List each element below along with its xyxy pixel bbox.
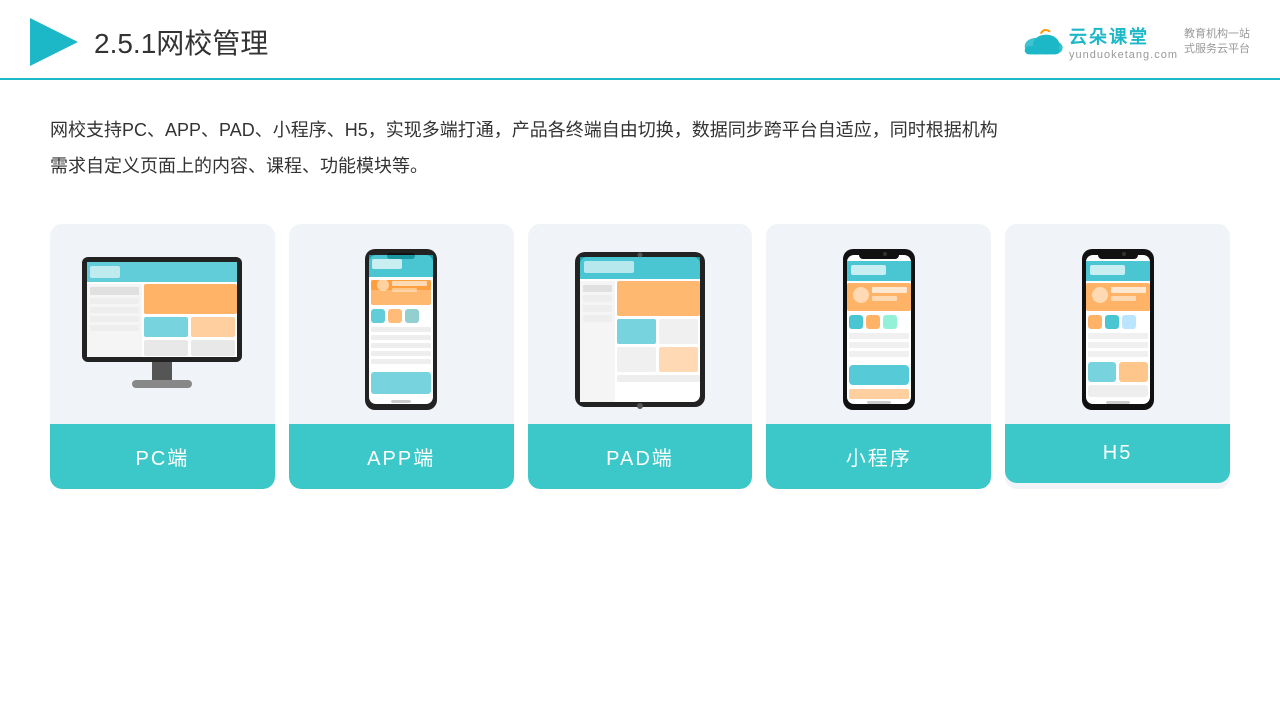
card-app-image: [289, 224, 514, 424]
logo-area: 云朵课堂 yunduoketang.com 教育机构一站 式服务云平台: [1021, 23, 1250, 61]
app-phone-icon: [361, 247, 441, 412]
card-miniprogram: 小程序: [766, 224, 991, 489]
card-h5: H5: [1005, 224, 1230, 489]
card-pad-image: [528, 224, 753, 424]
pad-tablet-icon: [570, 247, 710, 412]
platform-cards: PC端: [0, 204, 1280, 519]
card-app: APP端: [289, 224, 514, 489]
card-miniprogram-label: 小程序: [766, 424, 991, 489]
cloud-logo-icon: [1021, 28, 1063, 56]
card-pc-image: [50, 224, 275, 424]
card-pc-label: PC端: [50, 424, 275, 489]
card-pc: PC端: [50, 224, 275, 489]
logo-tagline: 教育机构一站 式服务云平台: [1184, 27, 1250, 58]
card-h5-image: [1005, 224, 1230, 424]
header-left: 2.5.1网校管理: [30, 18, 268, 66]
card-h5-label: H5: [1005, 424, 1230, 483]
h5-phone-icon: [1078, 247, 1158, 412]
miniprogram-phone-icon: [839, 247, 919, 412]
play-icon: [30, 18, 78, 66]
logo-cloud: 云朵课堂 yunduoketang.com 教育机构一站 式服务云平台: [1021, 23, 1250, 61]
logo-text: 云朵课堂 yunduoketang.com: [1069, 23, 1178, 61]
card-miniprogram-image: [766, 224, 991, 424]
card-pad: PAD端: [528, 224, 753, 489]
description-text: 网校支持PC、APP、PAD、小程序、H5，实现多端打通，产品各终端自由切换，数…: [0, 80, 1280, 204]
page-title: 2.5.1网校管理: [94, 22, 268, 62]
pc-monitor-icon: [72, 252, 252, 407]
page-header: 2.5.1网校管理 云朵课堂 yunduoketang.com 教育机构一站 式…: [0, 0, 1280, 80]
card-app-label: APP端: [289, 424, 514, 489]
card-pad-label: PAD端: [528, 424, 753, 489]
